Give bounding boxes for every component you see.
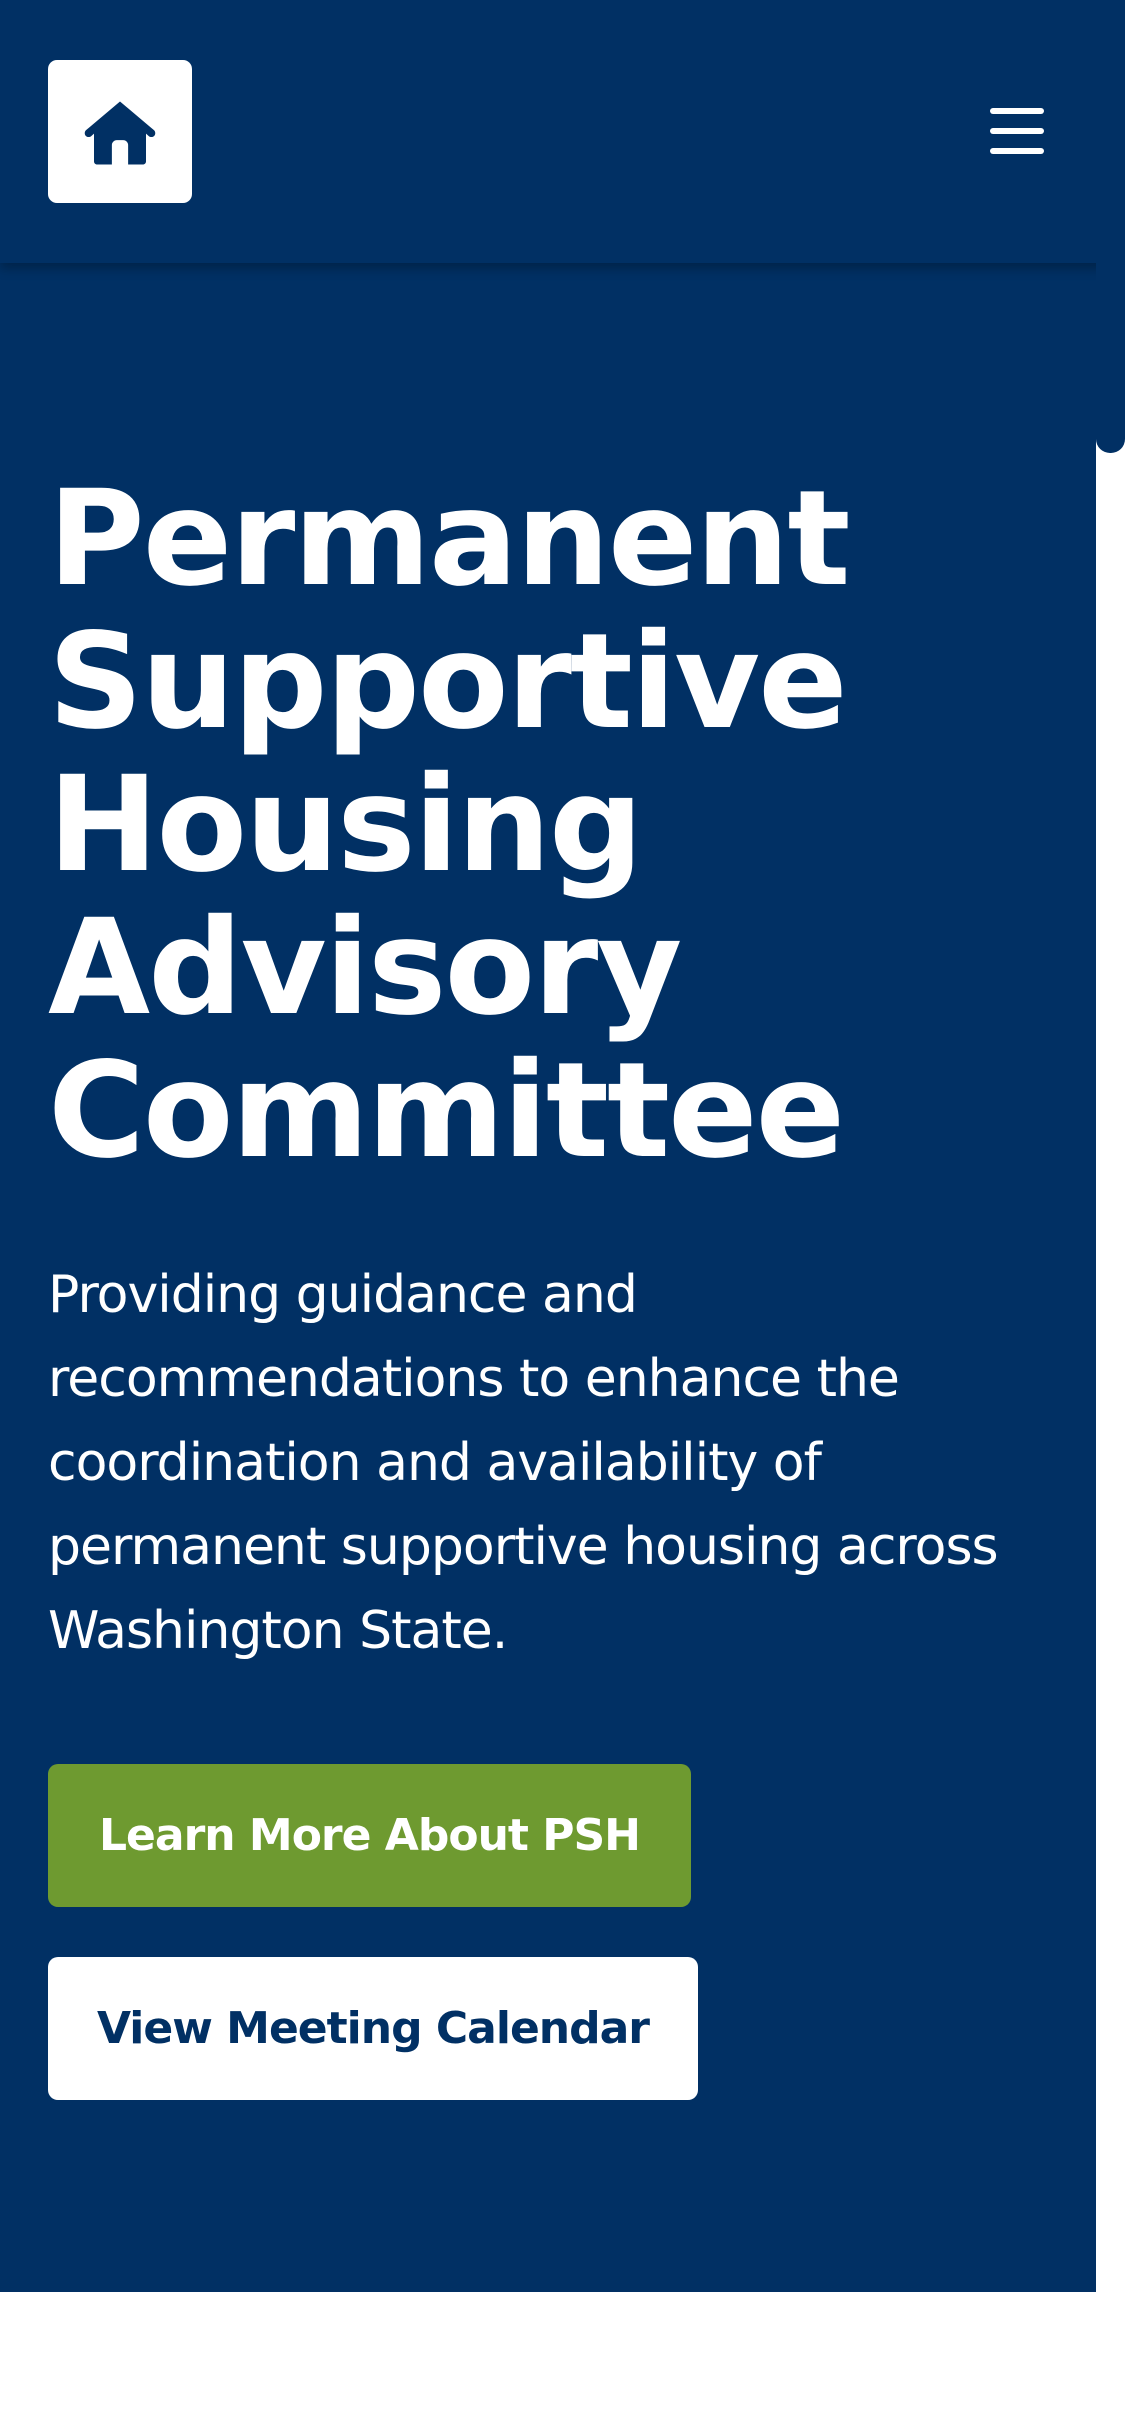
hero-description: Providing guidance and recommendations t… <box>48 1265 999 1661</box>
site-header <box>0 0 1125 263</box>
hamburger-menu-icon <box>990 108 1044 154</box>
hero-section: Permanent Supportive Housing Advisory Co… <box>0 263 1096 2292</box>
home-icon <box>84 100 156 164</box>
app-viewport: Permanent Supportive Housing Advisory Co… <box>0 0 1125 2436</box>
page-title: Permanent Supportive Housing Advisory Co… <box>48 462 851 1188</box>
scrollbar-thumb[interactable] <box>1096 0 1125 453</box>
view-calendar-button[interactable]: View Meeting Calendar <box>48 1957 698 2100</box>
page: Permanent Supportive Housing Advisory Co… <box>0 0 1096 2436</box>
menu-button[interactable] <box>978 96 1056 166</box>
home-logo-link[interactable] <box>48 60 192 203</box>
learn-more-button[interactable]: Learn More About PSH <box>48 1764 691 1907</box>
